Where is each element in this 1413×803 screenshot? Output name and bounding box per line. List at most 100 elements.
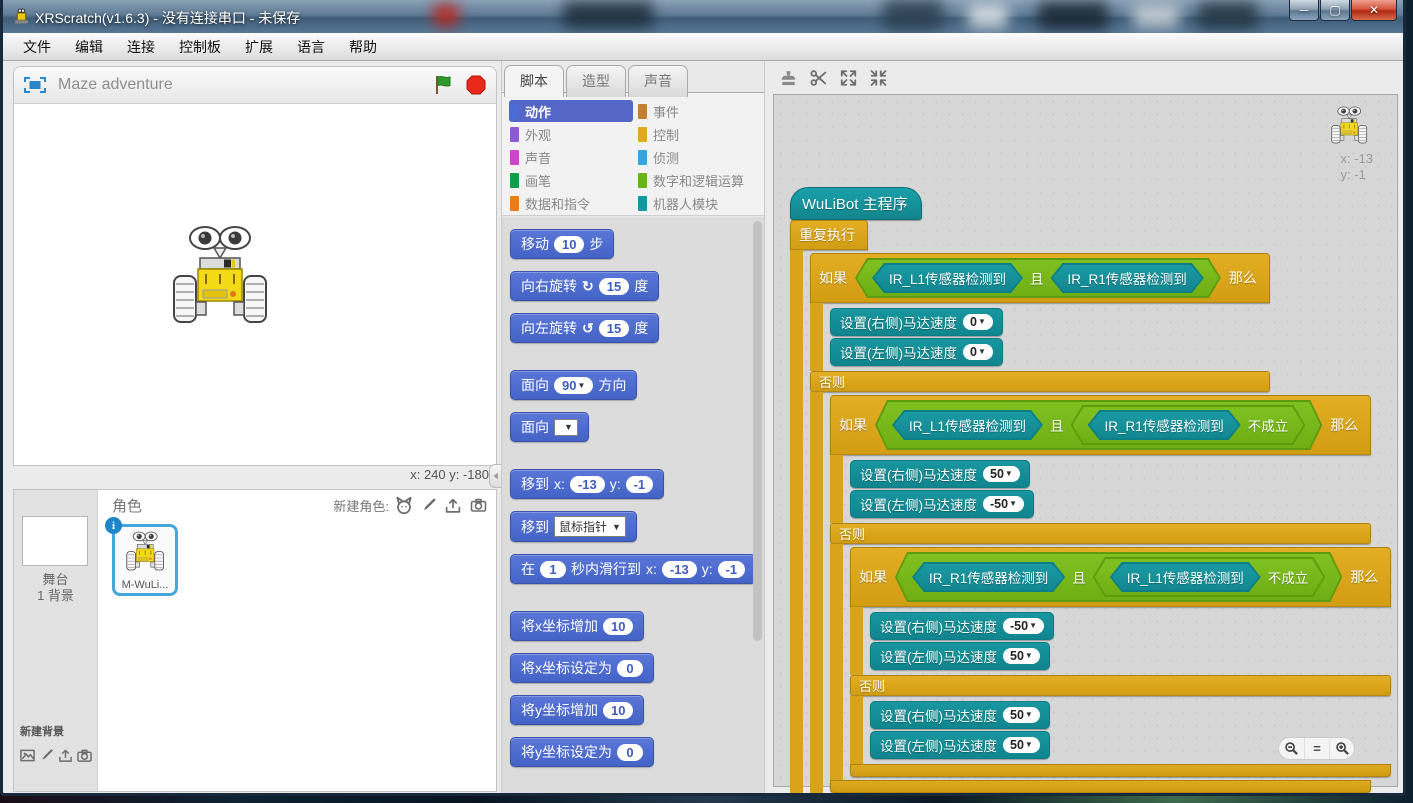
new-backdrop-library-icon[interactable] (20, 748, 35, 763)
and-operator-block[interactable]: IR_L1传感器检测到且IR_R1传感器检测到 (855, 258, 1221, 298)
and-operator-block[interactable]: IR_R1传感器检测到且IR_L1传感器检测到不成立 (895, 552, 1342, 602)
paint-sprite-icon[interactable] (420, 497, 437, 514)
zoom-reset-button[interactable]: = (1304, 738, 1329, 759)
palette-block[interactable]: 移到鼠标指针▼ (510, 511, 637, 542)
camera-backdrop-icon[interactable] (77, 748, 92, 763)
palette-block[interactable]: 面向▼ (510, 412, 589, 442)
set-left-motor-block[interactable]: 设置(左侧)马达速度0▼ (830, 338, 1003, 366)
dropdown-input[interactable]: 鼠标指针▼ (554, 516, 626, 537)
speed-dropdown[interactable]: 50▼ (1003, 737, 1040, 753)
shrink-icon[interactable] (869, 69, 888, 87)
number-input[interactable]: 0 (617, 660, 643, 677)
sensor-block[interactable]: IR_L1传感器检测到 (872, 263, 1023, 293)
set-right-motor-block[interactable]: 设置(右侧)马达速度0▼ (830, 308, 1003, 336)
category-6[interactable]: 控制 (637, 123, 763, 145)
number-input[interactable]: 10 (603, 702, 633, 719)
speed-dropdown[interactable]: 50▼ (1003, 648, 1040, 664)
zoom-in-button[interactable] (1329, 738, 1354, 759)
camera-sprite-icon[interactable] (469, 497, 488, 513)
palette-block[interactable]: 将x坐标增加10 (510, 611, 644, 641)
palette-block[interactable]: 移动10步 (510, 229, 614, 259)
number-input[interactable]: 1 (540, 561, 566, 578)
palette-block[interactable]: 向右旋转↻15度 (510, 271, 659, 301)
paint-backdrop-icon[interactable] (39, 748, 54, 763)
else-bar[interactable]: 否则 (830, 523, 1371, 544)
set-right-motor-block[interactable]: 设置(右侧)马达速度50▼ (850, 460, 1030, 488)
category-9[interactable]: 机器人模块 (637, 192, 763, 214)
set-right-motor-block[interactable]: 设置(右侧)马达速度50▼ (870, 701, 1050, 729)
new-sprite-library-icon[interactable] (395, 496, 413, 514)
grow-icon[interactable] (839, 69, 858, 87)
category-3[interactable]: 画笔 (509, 169, 633, 191)
forever-block[interactable]: 重复执行如果IR_L1传感器检测到且IR_R1传感器检测到那么设置(右侧)马达速… (790, 220, 1391, 796)
category-2[interactable]: 声音 (509, 146, 633, 168)
tab-2[interactable]: 声音 (628, 65, 688, 97)
sensor-block[interactable]: IR_R1传感器检测到 (1051, 263, 1204, 293)
number-input[interactable]: 10 (554, 236, 584, 253)
upload-sprite-icon[interactable] (444, 497, 462, 514)
palette-block[interactable]: 向左旋转↺15度 (510, 313, 659, 343)
palette-block[interactable]: 将x坐标设定为0 (510, 653, 654, 683)
set-left-motor-block[interactable]: 设置(左侧)马达速度50▼ (870, 642, 1050, 670)
number-input[interactable]: -1 (626, 476, 654, 493)
number-input[interactable]: -1 (718, 561, 746, 578)
category-8[interactable]: 数字和逻辑运算 (637, 169, 763, 191)
else-bar[interactable]: 否则 (850, 675, 1391, 696)
forever-header[interactable]: 重复执行 (790, 220, 868, 250)
category-5[interactable]: 事件 (637, 100, 763, 122)
category-0[interactable]: 动作 (509, 100, 633, 122)
not-operator-block[interactable]: IR_R1传感器检测到不成立 (1071, 405, 1306, 445)
maximize-button[interactable]: ▢ (1320, 0, 1350, 21)
category-4[interactable]: 数据和指令 (509, 192, 633, 214)
palette-block[interactable]: 将y坐标增加10 (510, 695, 644, 725)
speed-dropdown[interactable]: 0▼ (963, 314, 993, 330)
if-header[interactable]: 如果IR_R1传感器检测到且IR_L1传感器检测到不成立那么 (850, 547, 1391, 607)
sprite-info-badge[interactable]: i (105, 517, 122, 534)
palette-block[interactable]: 在1秒内滑行到x:-13y:-1 (510, 554, 756, 584)
sensor-block[interactable]: IR_R1传感器检测到 (912, 562, 1065, 592)
if-else-block-0[interactable]: 如果IR_L1传感器检测到且IR_R1传感器检测到那么设置(右侧)马达速度0▼设… (810, 253, 1391, 796)
sprite-card-selected[interactable]: i M-WuLi... (112, 524, 178, 596)
menu-item-4[interactable]: 扩展 (245, 37, 273, 57)
speed-dropdown[interactable]: 50▼ (983, 466, 1020, 482)
number-input[interactable]: 10 (603, 618, 633, 635)
speed-dropdown[interactable]: 50▼ (1003, 707, 1040, 723)
speed-dropdown[interactable]: -50▼ (1003, 618, 1044, 634)
number-input[interactable]: 15 (599, 278, 629, 295)
tab-0[interactable]: 脚本 (504, 65, 564, 97)
tab-1[interactable]: 造型 (566, 65, 626, 97)
scissors-icon[interactable] (809, 69, 828, 87)
sensor-block[interactable]: IR_L1传感器检测到 (1110, 562, 1261, 592)
stamp-icon[interactable] (779, 69, 798, 87)
number-input[interactable]: 15 (599, 320, 629, 337)
not-operator-block[interactable]: IR_L1传感器检测到不成立 (1093, 557, 1326, 597)
close-button[interactable]: ✕ (1351, 0, 1397, 21)
palette-block[interactable]: 将y坐标设定为0 (510, 737, 654, 767)
if-foot[interactable] (850, 764, 1391, 777)
else-bar[interactable]: 否则 (810, 371, 1270, 392)
if-header[interactable]: 如果IR_L1传感器检测到且IR_R1传感器检测到那么 (810, 253, 1270, 303)
script-canvas[interactable]: x: -13 y: -1 WuLiBot 主程序重复执行如果IR_L1传感器检测… (773, 94, 1398, 787)
palette-block[interactable]: 移到x:-13y:-1 (510, 469, 664, 499)
sensor-block[interactable]: IR_R1传感器检测到 (1088, 410, 1241, 440)
stop-button[interactable] (466, 75, 486, 95)
menu-item-3[interactable]: 控制板 (179, 37, 221, 57)
and-operator-block[interactable]: IR_L1传感器检测到且IR_R1传感器检测到不成立 (875, 400, 1322, 450)
menu-item-2[interactable]: 连接 (127, 37, 155, 57)
number-dropdown[interactable]: 90▼ (554, 377, 593, 394)
if-else-block-1[interactable]: 如果IR_L1传感器检测到且IR_R1传感器检测到不成立那么设置(右侧)马达速度… (830, 395, 1391, 793)
category-7[interactable]: 侦测 (637, 146, 763, 168)
number-input[interactable]: -13 (662, 561, 697, 578)
zoom-out-button[interactable] (1279, 738, 1304, 759)
upload-backdrop-icon[interactable] (58, 748, 73, 763)
speed-dropdown[interactable]: 0▼ (963, 344, 993, 360)
menu-item-6[interactable]: 帮助 (349, 37, 377, 57)
if-foot[interactable] (830, 780, 1371, 793)
set-left-motor-block[interactable]: 设置(左侧)马达速度-50▼ (850, 490, 1034, 518)
sensor-block[interactable]: IR_L1传感器检测到 (892, 410, 1043, 440)
palette-block[interactable]: 面向90▼方向 (510, 370, 637, 400)
set-right-motor-block[interactable]: 设置(右侧)马达速度-50▼ (870, 612, 1054, 640)
menu-item-5[interactable]: 语言 (297, 37, 325, 57)
fullscreen-icon[interactable] (24, 76, 46, 94)
minimize-button[interactable]: ─ (1289, 0, 1319, 21)
